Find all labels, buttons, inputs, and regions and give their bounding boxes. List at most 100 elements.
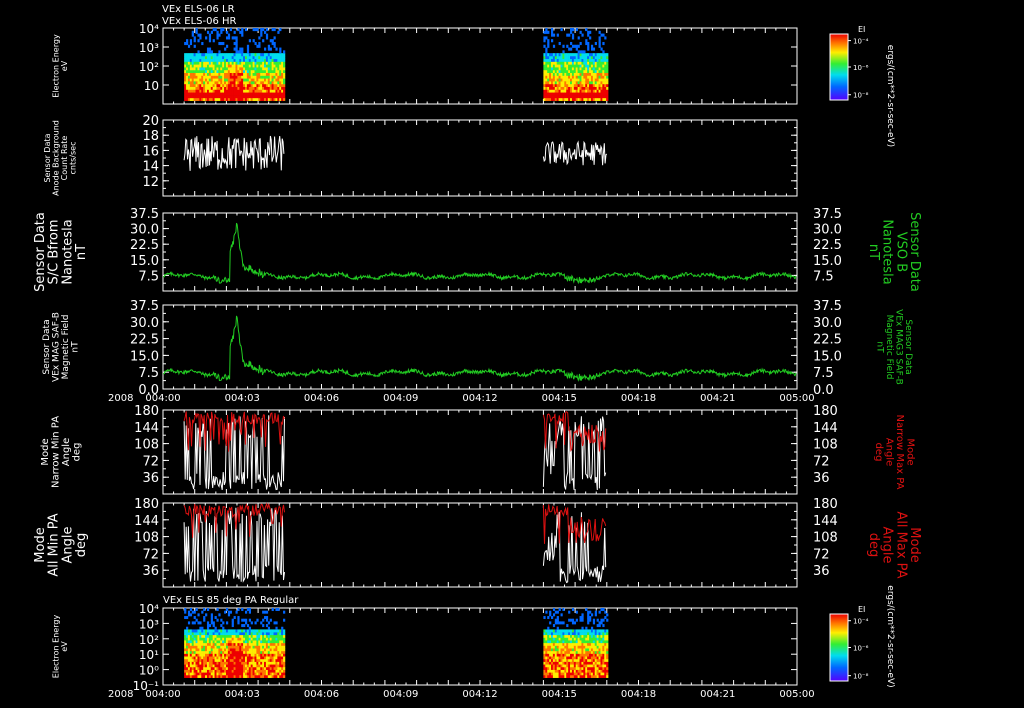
spectro-cell: [256, 656, 259, 660]
spectro-cell: [570, 89, 573, 93]
spectro-cell: [267, 632, 271, 636]
spectro-cell: [227, 666, 231, 670]
spectro-cell: [570, 83, 573, 87]
spectro-cell: [184, 616, 187, 620]
spectro-cell: [227, 53, 231, 57]
spectro-cell: [598, 669, 601, 673]
spectro-cell: [265, 674, 269, 678]
spectro-cell: [214, 55, 217, 60]
spectro-cell: [571, 642, 575, 646]
spectro-cell: [254, 621, 257, 625]
spectro-cell: [201, 626, 204, 630]
left-axis-label: Sensor DataS/C BfromNanoteslanT: [33, 212, 89, 292]
y-tick-label: 15.0: [130, 254, 159, 269]
spectro-cell: [208, 61, 212, 65]
spectro-cell: [269, 67, 272, 71]
spectro-cell: [235, 634, 238, 638]
spectro-cell: [577, 58, 580, 62]
spectro-cell: [199, 58, 202, 62]
spectro-cell: [243, 78, 246, 82]
spectro-cell: [556, 75, 559, 79]
spectro-cell: [277, 83, 280, 87]
spectro-cell: [604, 672, 607, 676]
spectro-cell: [566, 97, 569, 101]
spectro-cell: [262, 69, 265, 74]
spectro-cell: [589, 36, 592, 40]
spectro-cell: [590, 653, 594, 657]
spectro-cell: [189, 666, 193, 670]
x-tick-label: 004:06: [304, 393, 339, 404]
spectro-cell: [225, 672, 229, 676]
spectro-cell: [193, 645, 196, 649]
spectro-cell: [267, 664, 271, 668]
spectro-cell: [602, 55, 605, 60]
spectro-cell: [243, 634, 246, 638]
spectro-cell: [235, 642, 238, 646]
spectro-cell: [233, 650, 236, 654]
spectro-cell: [191, 632, 194, 636]
spectro-cell: [606, 648, 609, 652]
spectro-cell: [579, 618, 582, 622]
spectro-cell: [275, 674, 278, 678]
spectro-cell: [191, 658, 194, 662]
spectro-cell: [547, 67, 550, 71]
spectro-cell: [594, 658, 597, 662]
spectro-cell: [197, 95, 200, 99]
spectro-cell: [562, 642, 565, 646]
spectro-cell: [197, 53, 200, 57]
spectro-cell: [570, 53, 573, 57]
spectro-cell: [267, 67, 271, 71]
spectro-cell: [262, 67, 265, 71]
spectro-cell: [222, 656, 225, 660]
spectro-cell: [571, 92, 575, 96]
spectro-cell: [191, 656, 194, 660]
spectro-cell: [260, 78, 263, 82]
spectro-cell: [590, 645, 594, 649]
spectro-cell: [184, 648, 187, 652]
spectro-cell: [267, 650, 271, 654]
spectro-cell: [585, 67, 588, 71]
spectro-cell: [203, 83, 206, 87]
spectro-cell: [575, 656, 578, 660]
spectro-cell: [216, 608, 219, 611]
spectro-cell: [225, 632, 229, 636]
spectro-cell: [602, 666, 605, 670]
spectro-cell: [187, 672, 191, 676]
spectro-cell: [265, 669, 269, 673]
spectro-cell: [587, 78, 590, 82]
spectro-cell: [220, 642, 223, 646]
spectro-cell: [602, 629, 605, 633]
spectro-cell: [193, 656, 196, 660]
spectro-cell: [592, 61, 596, 65]
spectro-cell: [210, 75, 213, 79]
spectro-cell: [224, 664, 227, 668]
y-tick-label: 18: [142, 129, 159, 144]
spectro-cell: [594, 640, 597, 644]
spectro-cell: [267, 674, 271, 678]
spectro-cell: [568, 97, 571, 101]
spectro-cell: [212, 89, 215, 93]
spectro-cell: [187, 81, 191, 85]
spectro-cell: [264, 92, 267, 96]
spectro-cell: [244, 72, 248, 76]
spectro-cell: [189, 672, 193, 676]
spectro-cell: [187, 58, 191, 62]
spectro-cell: [598, 86, 601, 90]
spectro-cell: [237, 640, 240, 644]
y-tick-label: 16: [142, 144, 159, 159]
spectro-cell: [197, 642, 200, 646]
spectro-cell: [589, 666, 592, 670]
spectro-cell: [256, 58, 259, 62]
spectro-cell: [248, 642, 252, 646]
spectro-cell: [239, 83, 242, 87]
spectro-cell: [262, 55, 265, 60]
spectro-cell: [575, 81, 578, 85]
spectro-cell: [589, 653, 592, 657]
spectro-cell: [273, 53, 276, 57]
spectro-cell: [587, 666, 590, 670]
spectro-cell: [250, 69, 253, 74]
spectro-cell: [195, 30, 198, 34]
spectro-cell: [545, 632, 548, 636]
spectro-cell: [208, 72, 212, 76]
spectro-cell: [254, 61, 257, 65]
